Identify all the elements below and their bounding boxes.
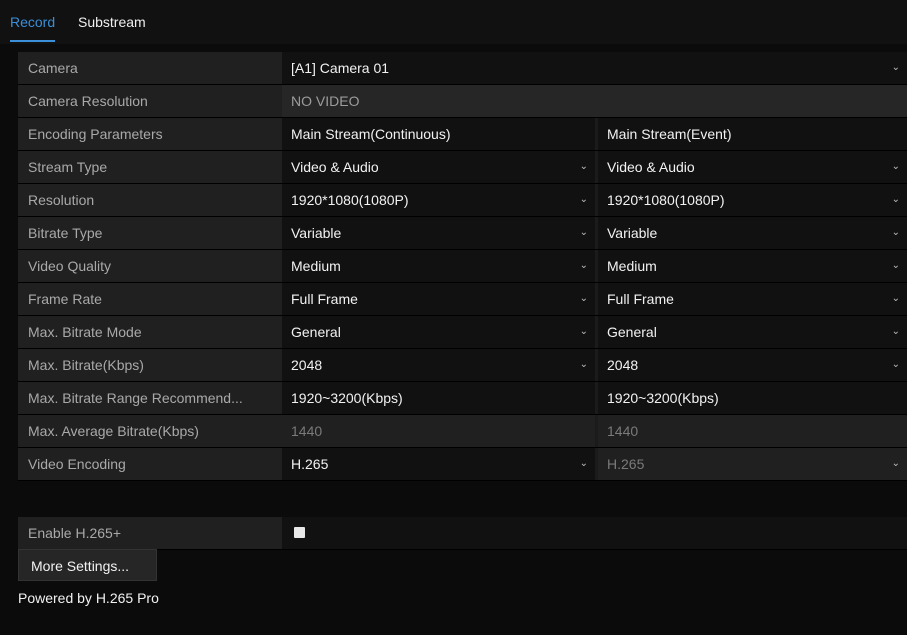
select-value: 2048 bbox=[291, 357, 323, 373]
param-label: Bitrate Type bbox=[18, 217, 282, 249]
chevron-down-icon: ⌄ bbox=[579, 194, 588, 205]
select-value: General bbox=[607, 324, 657, 340]
settings-table: Camera [A1] Camera 01 ⌄ Camera Resolutio… bbox=[18, 52, 907, 550]
chevron-down-icon: ⌄ bbox=[891, 293, 900, 304]
parameter-rows: Stream Type Video & Audio ⌄ Video & Audio… bbox=[18, 151, 907, 382]
more-settings-button[interactable]: More Settings... bbox=[18, 549, 157, 581]
select-value: H.265 bbox=[607, 456, 645, 472]
param-label: Video Quality bbox=[18, 250, 282, 282]
param-row: Resolution 1920*1080(1080P) ⌄ 1920*1080(1… bbox=[18, 184, 907, 217]
param-row: Max. Bitrate Mode General ⌄ General ⌄ bbox=[18, 316, 907, 349]
spacer bbox=[18, 481, 907, 517]
chevron-down-icon: ⌄ bbox=[579, 293, 588, 304]
chevron-down-icon: ⌄ bbox=[891, 62, 900, 73]
bitrate-type-continuous-select[interactable]: Variable ⌄ bbox=[282, 217, 595, 249]
encoding-parameters-row: Encoding Parameters Main Stream(Continuo… bbox=[18, 118, 907, 151]
param-row: Stream Type Video & Audio ⌄ Video & Audio… bbox=[18, 151, 907, 184]
resolution-event-select[interactable]: 1920*1080(1080P) ⌄ bbox=[598, 184, 907, 216]
param-label: Frame Rate bbox=[18, 283, 282, 315]
chevron-down-icon: ⌄ bbox=[579, 359, 588, 370]
param-row: Video Quality Medium ⌄ Medium ⌄ bbox=[18, 250, 907, 283]
chevron-down-icon: ⌄ bbox=[579, 260, 588, 271]
bitrate-range-row: Max. Bitrate Range Recommend... 1920~320… bbox=[18, 382, 907, 415]
video-encoding-event-select: H.265 ⌄ bbox=[598, 448, 907, 480]
camera-resolution-label: Camera Resolution bbox=[18, 85, 282, 117]
select-value: General bbox=[291, 324, 341, 340]
select-value: 1920*1080(1080P) bbox=[607, 192, 725, 208]
chevron-down-icon: ⌄ bbox=[579, 326, 588, 337]
chevron-down-icon: ⌄ bbox=[891, 359, 900, 370]
select-value: Video & Audio bbox=[291, 159, 379, 175]
bitrate-type-event-select[interactable]: Variable ⌄ bbox=[598, 217, 907, 249]
camera-label: Camera bbox=[18, 52, 282, 84]
select-value: Medium bbox=[291, 258, 341, 274]
enable-h265plus-label: Enable H.265+ bbox=[18, 517, 282, 549]
frame-rate-continuous-select[interactable]: Full Frame ⌄ bbox=[282, 283, 595, 315]
chevron-down-icon: ⌄ bbox=[891, 458, 900, 469]
enable-h265plus-cell bbox=[282, 517, 907, 549]
param-label: Max. Bitrate Mode bbox=[18, 316, 282, 348]
stream-type-event-select[interactable]: Video & Audio ⌄ bbox=[598, 151, 907, 183]
frame-rate-event-select[interactable]: Full Frame ⌄ bbox=[598, 283, 907, 315]
enable-h265plus-checkbox[interactable] bbox=[294, 527, 305, 538]
video-quality-event-select[interactable]: Medium ⌄ bbox=[598, 250, 907, 282]
enable-h265plus-row: Enable H.265+ bbox=[18, 517, 907, 550]
powered-by-text: Powered by H.265 Pro bbox=[18, 590, 159, 606]
param-label: Stream Type bbox=[18, 151, 282, 183]
select-value: H.265 bbox=[291, 456, 329, 472]
param-row: Bitrate Type Variable ⌄ Variable ⌄ bbox=[18, 217, 907, 250]
video-quality-continuous-select[interactable]: Medium ⌄ bbox=[282, 250, 595, 282]
chevron-down-icon: ⌄ bbox=[579, 227, 588, 238]
param-row: Frame Rate Full Frame ⌄ Full Frame ⌄ bbox=[18, 283, 907, 316]
select-value: 1920*1080(1080P) bbox=[291, 192, 409, 208]
select-value: Video & Audio bbox=[607, 159, 695, 175]
average-bitrate-continuous-input: 1440 bbox=[282, 415, 595, 447]
select-value: Full Frame bbox=[607, 291, 674, 307]
bitrate-range-continuous: 1920~3200(Kbps) bbox=[282, 382, 595, 414]
chevron-down-icon: ⌄ bbox=[891, 194, 900, 205]
select-value: 2048 bbox=[607, 357, 639, 373]
select-value: Variable bbox=[291, 225, 342, 241]
camera-select-value: [A1] Camera 01 bbox=[291, 60, 390, 76]
camera-select[interactable]: [A1] Camera 01 ⌄ bbox=[282, 52, 907, 84]
max-bitrate-event-select[interactable]: 2048 ⌄ bbox=[598, 349, 907, 381]
tab-bar: Record Substream bbox=[0, 0, 907, 44]
camera-resolution-value: NO VIDEO bbox=[282, 85, 907, 117]
tab-record[interactable]: Record bbox=[10, 11, 56, 42]
select-value: Medium bbox=[607, 258, 657, 274]
param-label: Max. Bitrate(Kbps) bbox=[18, 349, 282, 381]
param-label: Resolution bbox=[18, 184, 282, 216]
average-bitrate-row: Max. Average Bitrate(Kbps) 1440 1440 bbox=[18, 415, 907, 448]
max-bitrate-continuous-select[interactable]: 2048 ⌄ bbox=[282, 349, 595, 381]
resolution-continuous-select[interactable]: 1920*1080(1080P) ⌄ bbox=[282, 184, 595, 216]
bitrate-mode-event-select[interactable]: General ⌄ bbox=[598, 316, 907, 348]
chevron-down-icon: ⌄ bbox=[579, 161, 588, 172]
main-stream-event-header: Main Stream(Event) bbox=[598, 118, 907, 150]
video-encoding-label: Video Encoding bbox=[18, 448, 282, 480]
average-bitrate-label: Max. Average Bitrate(Kbps) bbox=[18, 415, 282, 447]
bitrate-range-label: Max. Bitrate Range Recommend... bbox=[18, 382, 282, 414]
param-row: Max. Bitrate(Kbps) 2048 ⌄ 2048 ⌄ bbox=[18, 349, 907, 382]
tab-substream[interactable]: Substream bbox=[78, 11, 146, 33]
camera-row: Camera [A1] Camera 01 ⌄ bbox=[18, 52, 907, 85]
stream-type-continuous-select[interactable]: Video & Audio ⌄ bbox=[282, 151, 595, 183]
video-encoding-continuous-select[interactable]: H.265 ⌄ bbox=[282, 448, 595, 480]
select-value: Variable bbox=[607, 225, 658, 241]
average-bitrate-event-input: 1440 bbox=[598, 415, 907, 447]
chevron-down-icon: ⌄ bbox=[891, 326, 900, 337]
video-encoding-row: Video Encoding H.265 ⌄ H.265 ⌄ bbox=[18, 448, 907, 481]
chevron-down-icon: ⌄ bbox=[891, 260, 900, 271]
bitrate-mode-continuous-select[interactable]: General ⌄ bbox=[282, 316, 595, 348]
encoding-parameters-label: Encoding Parameters bbox=[18, 118, 282, 150]
main-stream-continuous-header: Main Stream(Continuous) bbox=[282, 118, 595, 150]
camera-resolution-row: Camera Resolution NO VIDEO bbox=[18, 85, 907, 118]
chevron-down-icon: ⌄ bbox=[891, 227, 900, 238]
chevron-down-icon: ⌄ bbox=[579, 458, 588, 469]
bitrate-range-event: 1920~3200(Kbps) bbox=[598, 382, 907, 414]
select-value: Full Frame bbox=[291, 291, 358, 307]
chevron-down-icon: ⌄ bbox=[891, 161, 900, 172]
